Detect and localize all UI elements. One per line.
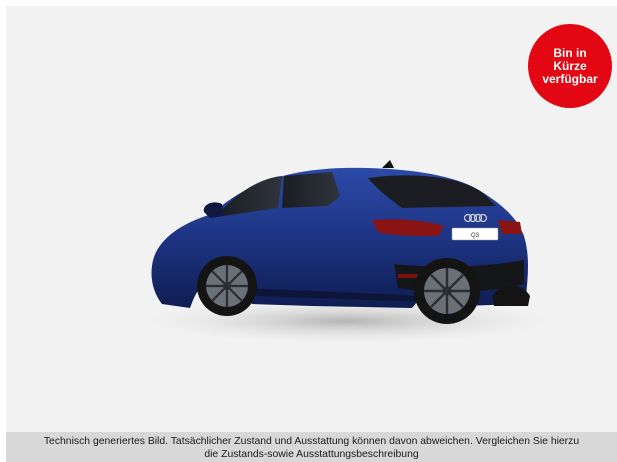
availability-badge-line-3: verfügbar — [542, 71, 598, 86]
disclaimer-line-2: die Zustands-sowie Ausstattungsbeschreib… — [204, 449, 419, 460]
availability-badge-line-2: Kürze — [553, 58, 587, 73]
image-disclaimer: Technisch generiertes Bild. Tatsächliche… — [6, 432, 617, 462]
rear-wheel — [197, 256, 257, 316]
license-plate-text: Q3 — [471, 233, 480, 239]
vehicle-image-stage[interactable]: Bin in Kürze verfügbar Q3 Technisch gene… — [6, 6, 617, 462]
tail-light-right — [498, 220, 522, 234]
availability-badge: Bin in Kürze verfügbar — [528, 24, 612, 108]
availability-badge-line-1: Bin in — [553, 45, 587, 60]
disclaimer-line-1: Technisch generiertes Bild. Tatsächliche… — [43, 436, 580, 447]
car-image: Q3 — [142, 160, 542, 343]
roof-antenna — [382, 160, 394, 168]
vehicle-image-viewer: Bin in Kürze verfügbar Q3 Technisch gene… — [0, 0, 617, 462]
side-window-front — [282, 172, 340, 208]
front-wheel — [414, 258, 480, 324]
reflector-red — [398, 274, 418, 278]
